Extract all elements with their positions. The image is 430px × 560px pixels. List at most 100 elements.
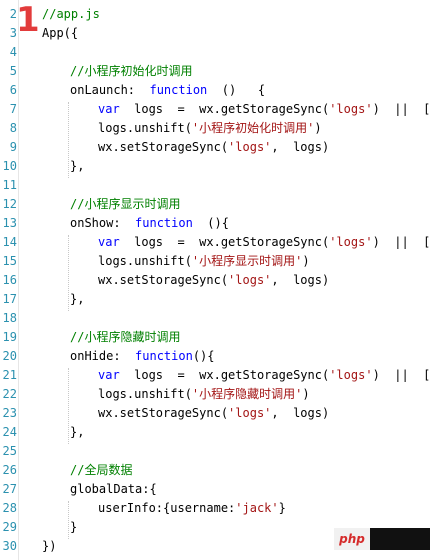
line-number: 23 [2,406,17,420]
code-token-plain: (){ [192,349,215,363]
code-token-plain: }, [70,292,85,306]
code-line[interactable]: 27 globalData:{ [0,480,430,499]
code-text: //小程序隐藏时调用 [70,328,180,347]
code-token-plain: ) [314,121,322,135]
code-token-plain: , logs) [271,406,330,420]
code-token-string: 'logs' [329,235,373,249]
code-text: }, [70,157,84,176]
code-line[interactable]: 10}, [0,157,430,176]
code-line[interactable]: 3 App({ [0,24,430,43]
step-number-marker: 1 [16,0,40,40]
code-token-plain: logs = wx.getStorageSync( [119,368,330,382]
code-line[interactable]: 12 //小程序显示时调用 [0,195,430,214]
code-token-plain: }, [70,159,85,173]
code-line[interactable]: 11 [0,176,430,195]
code-token-string: '小程序隐藏时调用' [191,387,303,401]
code-line[interactable]: 4 [0,43,430,62]
code-token-plain: () { [207,83,266,97]
code-line[interactable]: 7 var logs = wx.getStorageSync('logs') ||… [0,100,430,119]
code-token-plain: logs = wx.getStorageSync( [119,102,330,116]
code-token-plain: ) [302,387,310,401]
code-text: logs.unshift('小程序初始化时调用') [98,119,322,138]
code-token-keyword: var [98,235,120,249]
code-text: } [70,518,77,537]
code-token-plain: , logs) [271,140,330,154]
code-token-plain: logs.unshift( [98,254,192,268]
code-line[interactable]: 26 //全局数据 [0,461,430,480]
code-line[interactable]: 6 onLaunch: function () { [0,81,430,100]
code-token-plain: ) || [] [372,102,430,116]
code-text: var logs = wx.getStorageSync('logs') || … [98,100,430,119]
code-editor[interactable]: 2 //app.js 3 App({ 4 5 //小程序初始化时调用 6 onLaunch: f… [0,0,430,560]
code-line[interactable]: 15 logs.unshift('小程序显示时调用') [0,252,430,271]
code-token-string: 'logs' [228,406,272,420]
code-token-plain: (){ [192,216,229,230]
php-watermark: php [334,528,430,550]
code-line[interactable]: 8 logs.unshift('小程序初始化时调用') [0,119,430,138]
line-number: 8 [9,121,17,135]
line-number: 26 [2,463,17,477]
code-text: onLaunch: function () { [70,81,265,100]
code-line[interactable]: 17}, [0,290,430,309]
line-number: 19 [2,330,17,344]
line-number: 14 [2,235,17,249]
code-line[interactable]: 2 //app.js [0,5,430,24]
code-line[interactable]: 14 var logs = wx.getStorageSync('logs') |… [0,233,430,252]
code-token-plain: onShow: [70,216,136,230]
line-number: 9 [9,140,17,154]
code-text: wx.setStorageSync('logs', logs) [98,404,329,423]
code-token-string: '小程序初始化时调用' [191,121,315,135]
code-token-keyword: function [135,349,193,363]
line-number: 18 [2,311,17,325]
code-token-plain: userInfo:{username: [98,501,236,515]
code-token-plain: logs.unshift( [98,121,192,135]
code-line[interactable]: 22 logs.unshift('小程序隐藏时调用') [0,385,430,404]
code-line[interactable]: 25 [0,442,430,461]
line-number: 24 [2,425,17,439]
code-token-plain: wx.setStorageSync( [98,273,229,287]
code-token-plain: wx.setStorageSync( [98,406,229,420]
line-number: 4 [9,45,17,59]
code-line[interactable]: 24}, [0,423,430,442]
code-token-plain: ) [302,254,310,268]
code-token-plain: App({ [42,26,79,40]
code-line[interactable]: 18 [0,309,430,328]
code-token-plain: , logs) [271,273,330,287]
code-text: var logs = wx.getStorageSync('logs') || … [98,366,430,385]
code-token-plain: wx.setStorageSync( [98,140,229,154]
code-line[interactable]: 19 //小程序隐藏时调用 [0,328,430,347]
code-text: //小程序初始化时调用 [70,62,192,81]
code-token-plain: } [70,520,78,534]
code-text: //小程序显示时调用 [70,195,180,214]
line-number: 7 [9,102,17,116]
line-number: 21 [2,368,17,382]
code-line[interactable]: 21 var logs = wx.getStorageSync('logs') |… [0,366,430,385]
code-line[interactable]: 23 wx.setStorageSync('logs', logs) [0,404,430,423]
code-text: wx.setStorageSync('logs', logs) [98,271,329,290]
code-line[interactable]: 5 //小程序初始化时调用 [0,62,430,81]
code-text: onShow: function (){ [70,214,229,233]
code-token-keyword: function [149,83,208,97]
code-token-plain: logs.unshift( [98,387,192,401]
code-token-comment: //小程序显示时调用 [70,197,181,211]
line-number: 25 [2,444,17,458]
code-line[interactable]: 13 onShow: function (){ [0,214,430,233]
line-number: 22 [2,387,17,401]
code-line[interactable]: 20 onHide: function(){ [0,347,430,366]
code-token-string: 'jack' [235,501,279,515]
code-token-comment: //小程序初始化时调用 [70,64,193,78]
watermark-logo: php [334,528,370,550]
code-line[interactable]: 9 wx.setStorageSync('logs', logs) [0,138,430,157]
code-token-string: 'logs' [228,273,272,287]
code-token-string: 'logs' [329,368,373,382]
code-token-comment: //全局数据 [70,463,133,477]
code-line[interactable]: 16 wx.setStorageSync('logs', logs) [0,271,430,290]
code-line[interactable]: 28 userInfo:{username:'jack'} [0,499,430,518]
line-number: 27 [2,482,17,496]
watermark-bar [370,528,430,550]
line-number: 10 [2,159,17,173]
code-text: }, [70,423,84,442]
line-number: 29 [2,520,17,534]
line-number: 12 [2,197,17,211]
line-number: 16 [2,273,17,287]
